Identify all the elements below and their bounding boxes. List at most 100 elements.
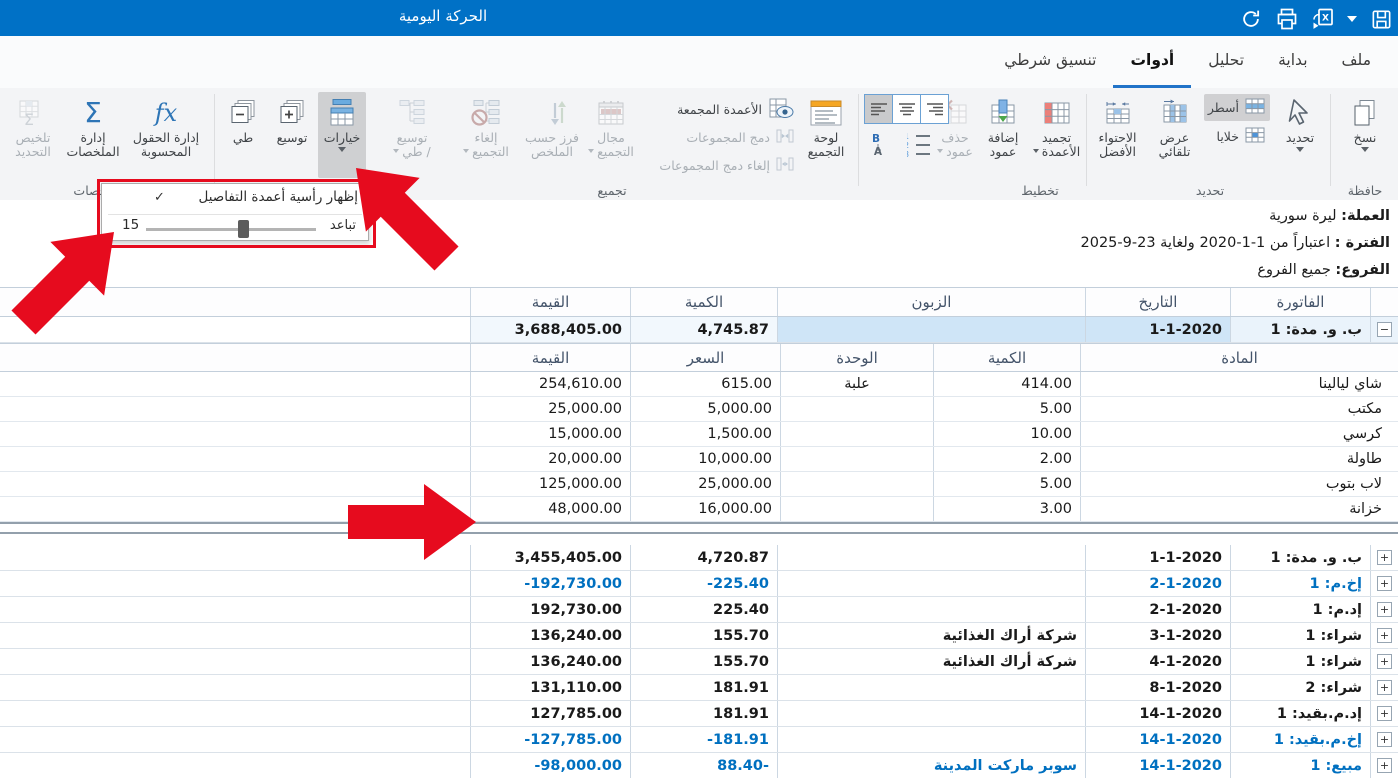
- expand-toggle-icon[interactable]: +: [1377, 680, 1392, 695]
- expand-toggle-icon[interactable]: +: [1377, 628, 1392, 643]
- tab-tools[interactable]: أدوات: [1113, 36, 1191, 88]
- customer-cell: [777, 727, 1085, 752]
- collapse-all-button[interactable]: طي: [220, 92, 266, 178]
- align-center-button[interactable]: [892, 94, 921, 124]
- date-cell: 14-1-2020: [1085, 701, 1230, 726]
- expand-toggle-icon[interactable]: +: [1377, 706, 1392, 721]
- column-header[interactable]: التاريخ: [1085, 288, 1230, 316]
- unit-cell: [780, 397, 933, 421]
- svg-text:1: 1: [907, 132, 909, 141]
- freeze-columns-button[interactable]: تجميد الأعمدة: [1028, 92, 1085, 178]
- spacing-slider-track[interactable]: [146, 228, 316, 231]
- sort-alphabetical-icon[interactable]: ABA: [872, 130, 900, 158]
- column-header[interactable]: الزبون: [777, 288, 1085, 316]
- expand-toggle-icon[interactable]: +: [1377, 732, 1392, 747]
- save-icon[interactable]: [1369, 6, 1394, 32]
- sigma-icon: Σ: [84, 95, 102, 131]
- material-cell: مكتب: [1080, 397, 1398, 421]
- data-row[interactable]: +مبيع: 114-1-2020سوبر ماركت المدينة88.40…: [0, 753, 1398, 778]
- detail-row[interactable]: شاي ليالينا414.00علبة615.00254,610.00: [0, 372, 1398, 397]
- copy-button[interactable]: نسخ: [1336, 92, 1394, 178]
- ungroup-icon: [471, 95, 501, 131]
- add-column-button[interactable]: إضافة عمود: [980, 92, 1026, 178]
- filler-cell: [0, 447, 470, 471]
- menu-separator: [108, 214, 362, 215]
- group-panel-button[interactable]: لوحة التجميع: [798, 92, 854, 178]
- detail-row[interactable]: طاولة2.0010,000.0020,000.00: [0, 447, 1398, 472]
- value-cell: 127,785.00: [470, 701, 630, 726]
- column-header[interactable]: القيمة: [470, 288, 630, 316]
- svg-text:Σ: Σ: [537, 103, 538, 128]
- data-row[interactable]: +شراء: 13-1-2020شركة أراك الغذائية155.70…: [0, 623, 1398, 649]
- column-header[interactable]: الكمية: [630, 288, 777, 316]
- filler-cell: [0, 497, 470, 521]
- group-divider: [214, 94, 215, 186]
- collapse-toggle-icon[interactable]: −: [1377, 322, 1392, 337]
- group-label-grouping: تجميع: [562, 183, 662, 199]
- tab-file[interactable]: ملف: [1325, 36, 1388, 88]
- column-header[interactable]: الفاتورة: [1230, 288, 1370, 316]
- quantity-cell: 4,745.87: [630, 317, 777, 342]
- date-cell: 14-1-2020: [1085, 753, 1230, 778]
- expand-toggle-icon[interactable]: +: [1377, 602, 1392, 617]
- grouped-columns-button[interactable]: الأعمدة المجمعة: [640, 96, 794, 122]
- button-label: خيارات: [324, 131, 361, 145]
- select-button[interactable]: تحديد: [1272, 92, 1328, 178]
- detail-column-header[interactable]: المادة: [1080, 344, 1398, 371]
- data-row[interactable]: +إد.م: 12-1-2020225.40192,730.00: [0, 597, 1398, 623]
- auto-width-button[interactable]: عرض تلقائي: [1146, 92, 1203, 178]
- best-fit-button[interactable]: الاحتواء الأفضل: [1090, 92, 1145, 178]
- cells-select-toggle[interactable]: خلايا: [1204, 123, 1270, 150]
- summarize-selection-button: Σ تلخيص التحديد: [6, 92, 60, 178]
- data-row[interactable]: +إخ.م.بقيد: 114-1-2020-181.91-127,785.00: [0, 727, 1398, 753]
- expand-toggle-icon[interactable]: +: [1377, 758, 1392, 773]
- expand-all-button[interactable]: توسيع: [268, 92, 316, 178]
- options-button[interactable]: خيارات: [318, 92, 366, 178]
- unmerge-groups-icon: [776, 157, 794, 174]
- tab-analysis[interactable]: تحليل: [1191, 36, 1261, 88]
- export-excel-icon[interactable]: X: [1310, 6, 1335, 32]
- freeze-columns-icon: [1042, 95, 1072, 131]
- filler-cell: [0, 623, 470, 648]
- data-row[interactable]: +إخ.م: 12-1-2020-225.40-192,730.00: [0, 571, 1398, 597]
- window-title: الحركة اليومية: [378, 7, 508, 25]
- align-right-button[interactable]: [920, 94, 949, 124]
- data-row[interactable]: +إد.م.بقيد: 114-1-2020181.91127,785.00: [0, 701, 1398, 727]
- detail-column-header[interactable]: السعر: [630, 344, 780, 371]
- rows-select-toggle[interactable]: أسطر: [1204, 94, 1270, 121]
- data-row[interactable]: +شراء: 28-1-2020181.91131,110.00: [0, 675, 1398, 701]
- filler-cell: [0, 727, 470, 752]
- numbered-list-icon[interactable]: 123: [906, 130, 934, 158]
- tab-conditional-formatting[interactable]: تنسيق شرطي: [987, 36, 1113, 88]
- master-row[interactable]: −ب. و. مدة: 11-1-20204,745.873,688,405.0…: [0, 317, 1398, 343]
- value-cell: 25,000.00: [470, 397, 630, 421]
- detail-column-header[interactable]: القيمة: [470, 344, 630, 371]
- quantity-cell: 3.00: [933, 497, 1080, 521]
- export-dropdown-caret-icon[interactable]: [1346, 6, 1358, 32]
- spacing-slider-thumb[interactable]: [238, 220, 249, 238]
- print-icon[interactable]: [1274, 6, 1299, 32]
- branches-label: الفروع:: [1335, 262, 1390, 278]
- caret-down-icon: [1033, 149, 1039, 156]
- grouping-field-button: مجال التجميع: [584, 92, 638, 178]
- expand-toggle-icon[interactable]: +: [1377, 576, 1392, 591]
- manage-calculated-fields-button[interactable]: fx إدارة الحقول المحسوبة: [126, 92, 206, 178]
- detail-row[interactable]: مكتب5.005,000.0025,000.00: [0, 397, 1398, 422]
- expand-toggle-icon[interactable]: +: [1377, 550, 1392, 565]
- material-cell: شاي ليالينا: [1080, 372, 1398, 396]
- data-row[interactable]: +شراء: 14-1-2020شركة أراك الغذائية155.70…: [0, 649, 1398, 675]
- manage-summaries-button[interactable]: Σ إدارة الملخصات: [62, 92, 124, 178]
- align-left-button[interactable]: [864, 94, 893, 124]
- tab-home[interactable]: بداية: [1261, 36, 1324, 88]
- detail-row[interactable]: لاب بتوب5.0025,000.00125,000.00: [0, 472, 1398, 497]
- data-row[interactable]: +ب. و. مدة: 11-1-20204,720.873,455,405.0…: [0, 545, 1398, 571]
- refresh-icon[interactable]: [1238, 6, 1263, 32]
- detail-row[interactable]: كرسي10.001,500.0015,000.00: [0, 422, 1398, 447]
- show-detail-headers-menu-item[interactable]: ✓ إظهار رأسية أعمدة التفاصيل: [102, 186, 368, 212]
- detail-row[interactable]: خزانة3.0016,000.0048,000.00: [0, 497, 1398, 522]
- detail-column-header[interactable]: الوحدة: [780, 344, 933, 371]
- caret-down-icon: [937, 149, 943, 156]
- value-cell: 125,000.00: [470, 472, 630, 496]
- expand-toggle-icon[interactable]: +: [1377, 654, 1392, 669]
- detail-column-header[interactable]: الكمية: [933, 344, 1080, 371]
